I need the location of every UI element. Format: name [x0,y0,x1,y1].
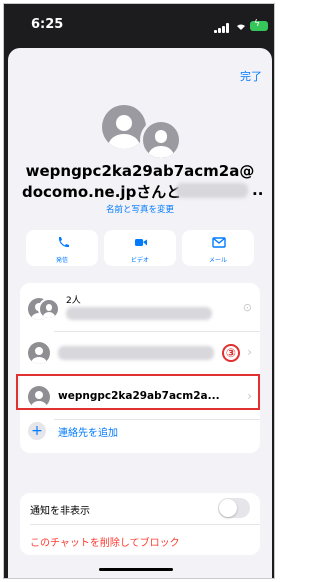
redacted-members [66,307,212,320]
contact-name-text: docomo.ne.jpさんと [22,183,182,201]
mail-button[interactable]: メール [182,230,254,266]
avatar [140,119,182,161]
delete-block-label: このチャットを削除してブロック [30,538,180,549]
hide-alerts-row: 通知を非表示 [20,493,260,523]
avatar [28,342,50,364]
battery-icon: ϟ [250,19,268,31]
action-buttons: 発信 ビデオ メール [26,230,254,266]
annotation-highlight-box [16,374,260,410]
redacted-member-name [58,346,214,360]
redacted-name [176,183,248,198]
call-label: 発信 [55,257,68,264]
edit-name-photo-link[interactable]: 名前と写真を変更 [8,203,272,215]
members-card: 2人 ⊙ ③ › wepngpc2ka29ab7acm2a... › + 連絡先… [20,283,260,453]
call-button[interactable]: 発信 [26,230,98,266]
settings-card: 通知を非表示 このチャットを削除してブロック [20,493,260,555]
annotation-marker: ③ [222,344,240,362]
hide-alerts-toggle[interactable] [218,498,250,518]
contact-name-line1: wepngpc2ka29ab7acm2a@ [25,162,255,180]
video-label: ビデオ [130,257,149,264]
status-time: 6:25 [31,17,64,32]
info-circle-icon: ⊙ [242,301,252,314]
signal-icon [214,23,230,33]
group-members-row[interactable]: 2人 ⊙ [20,289,260,329]
hide-alerts-label: 通知を非表示 [30,506,90,517]
chat-info-sheet: 完了 wepngpc2ka29ab7acm2a@ docomo.ne.jpさんと… [8,48,272,578]
plus-icon: + [28,422,46,440]
member-count: 2人 [66,296,81,306]
phone-icon [58,237,69,248]
screenshot-frame: 6:25 ϟ 完了 wepngpc2ka29ab7acm2a@ docomo.n… [0,0,278,582]
wifi-icon [237,24,245,30]
name-ellipsis: .. [252,181,264,199]
add-contact-label: 連絡先を追加 [58,428,118,439]
done-button[interactable]: 完了 [240,68,262,84]
video-icon [135,239,147,246]
home-indicator [99,568,173,571]
add-contact-row[interactable]: + 連絡先を追加 [20,411,260,451]
mail-label: メール [208,257,227,264]
phone-screen: 6:25 ϟ 完了 wepngpc2ka29ab7acm2a@ docomo.n… [3,3,275,579]
avatar [38,298,60,320]
delete-block-row[interactable]: このチャットを削除してブロック [20,525,260,555]
status-bar: 6:25 ϟ [4,4,274,48]
mail-icon [212,237,226,248]
member-row[interactable]: ③ › [20,333,260,373]
video-button[interactable]: ビデオ [104,230,176,266]
chevron-right-icon: › [247,345,252,359]
contact-name-line2: docomo.ne.jpさんと .. [8,181,272,201]
